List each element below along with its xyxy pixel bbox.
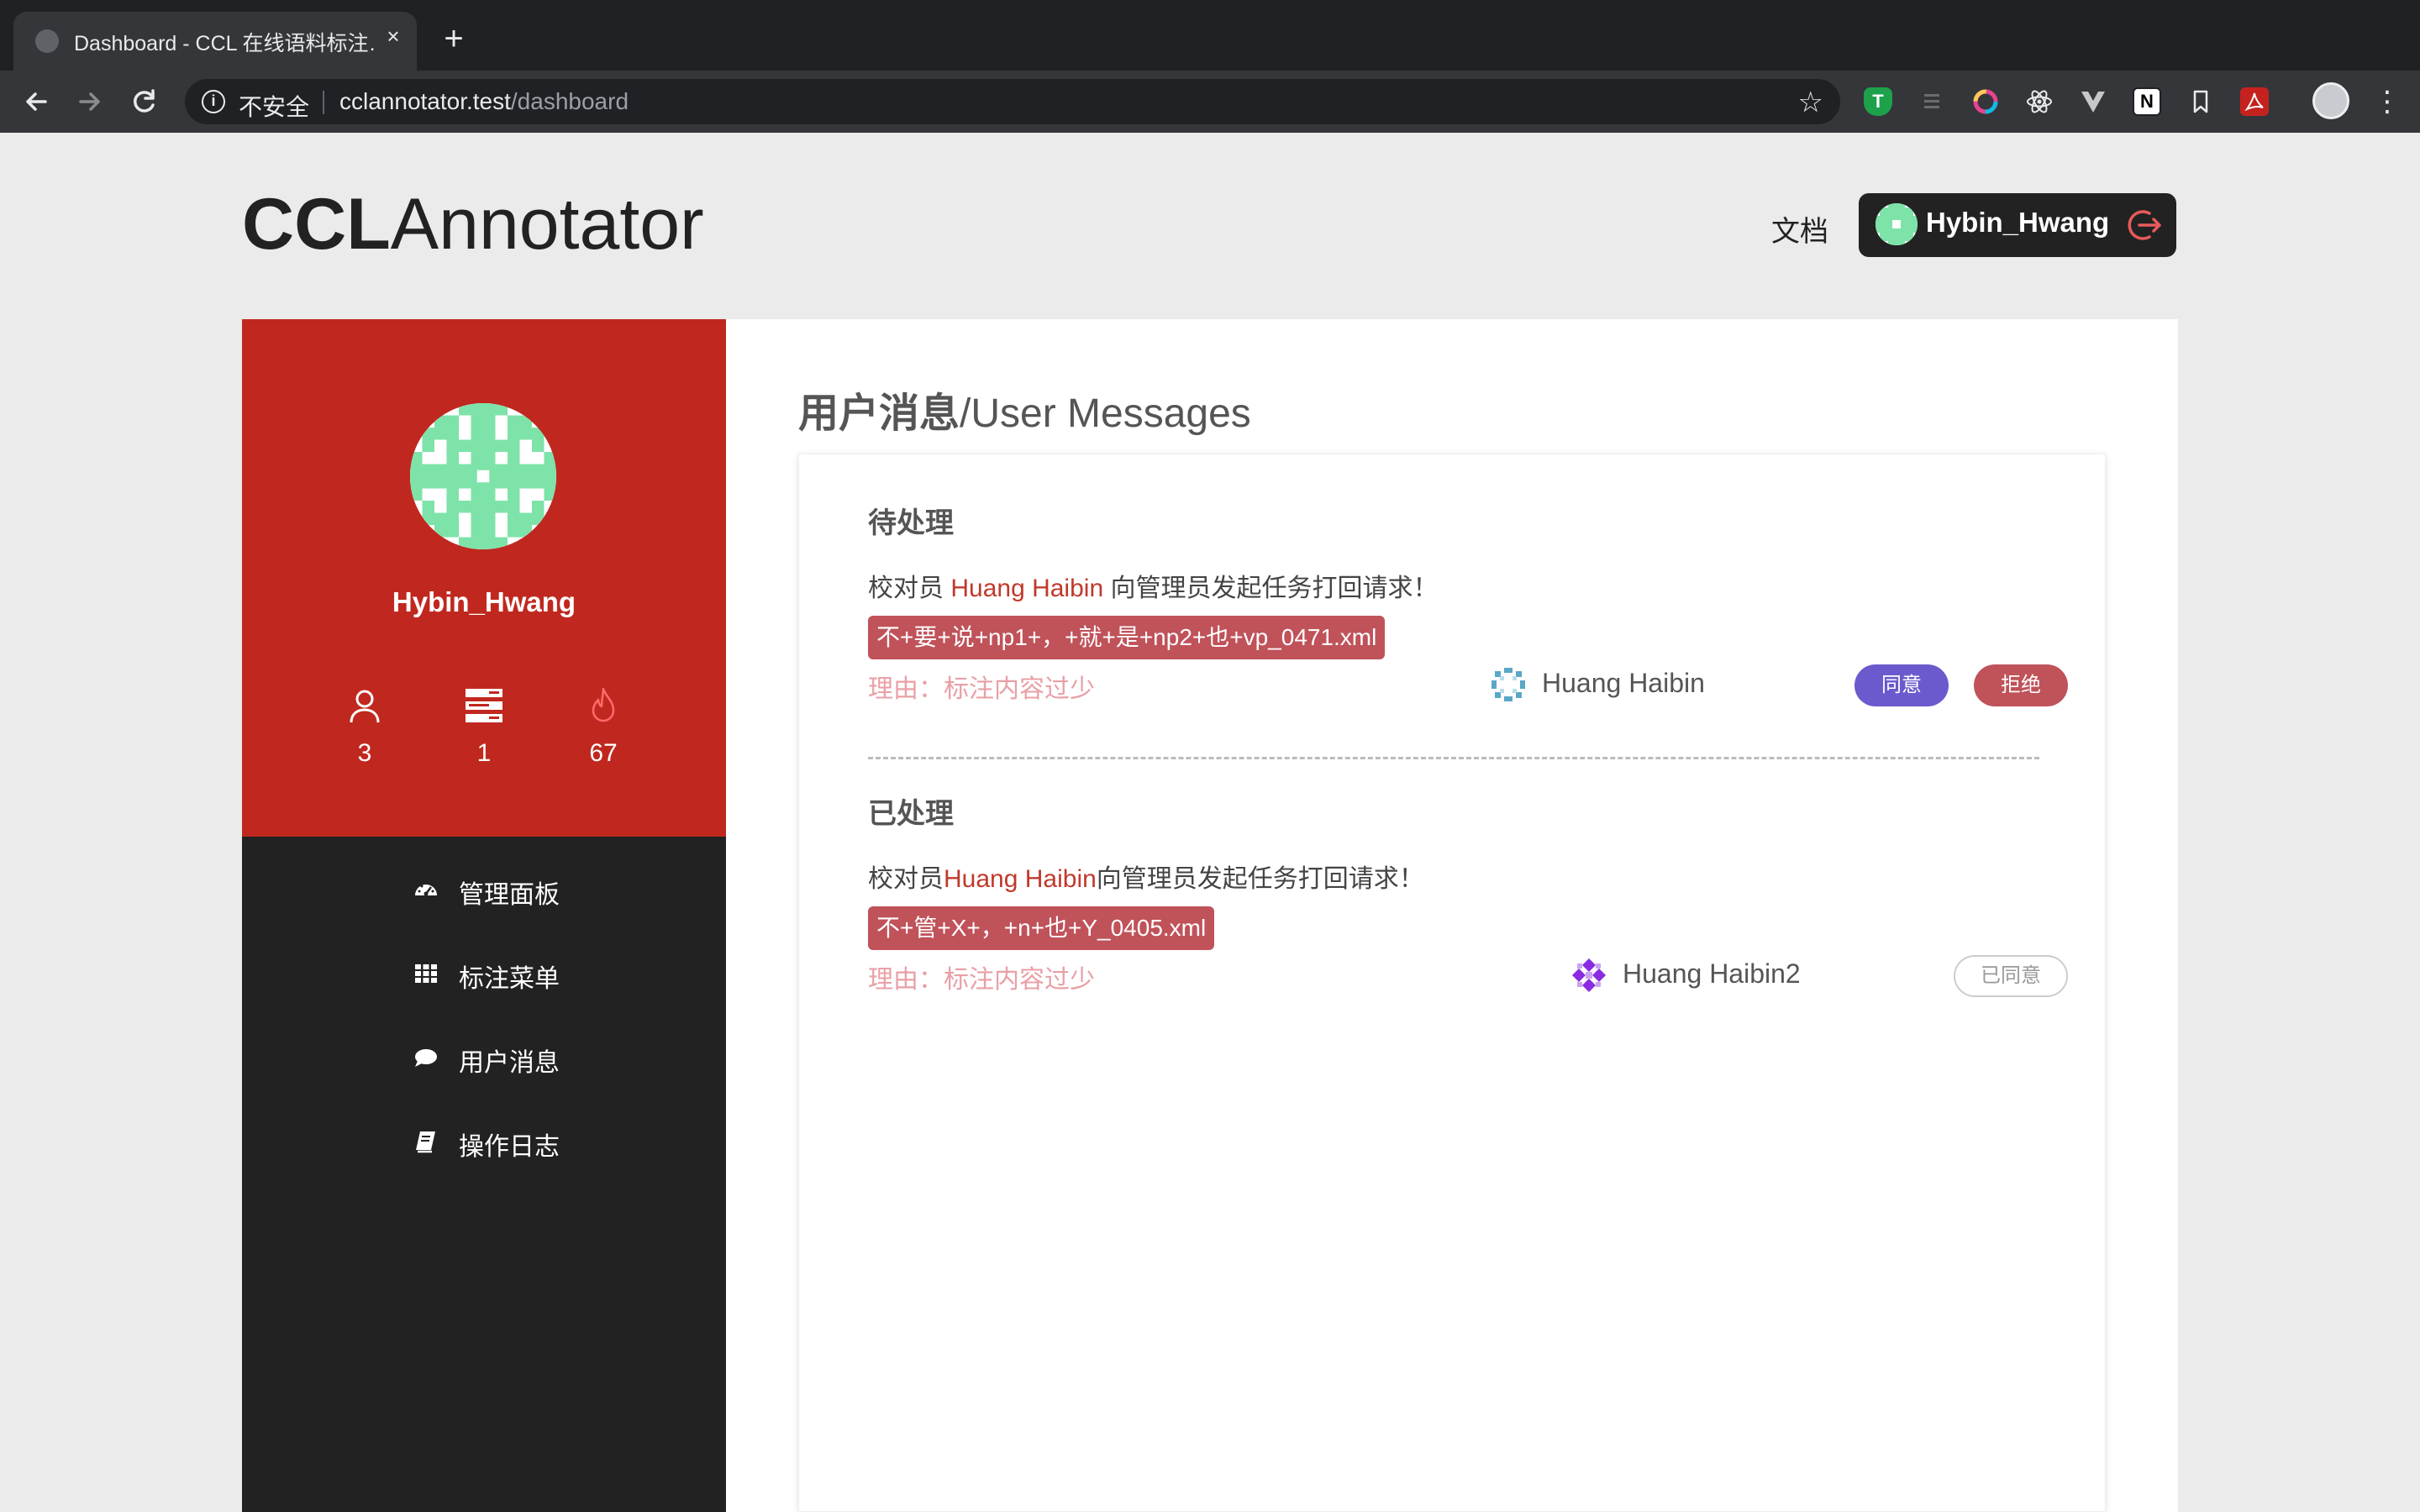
page-title-zh: 用户消息 [798,391,960,436]
sidebar-item-annotation-menu[interactable]: 标注菜单 [242,944,726,1003]
url-text[interactable]: cclannotator.test/dashboard [339,88,629,115]
dashboard-icon [415,885,437,896]
tab-title: Dashboard - CCL 在线语料标注… [74,32,376,55]
sidebar-item-user-messages[interactable]: 用户消息 [242,1028,726,1087]
bookmark-icon[interactable] [2186,87,2215,116]
stat-value: 1 [476,739,492,767]
stat-users: 3 [314,685,415,768]
close-icon[interactable]: × [380,23,407,50]
stat-activity: 67 [553,685,654,768]
sidebar-item-dashboard[interactable]: 管理面板 [242,860,726,919]
msg-user-link[interactable]: Huang Haibin [944,865,1097,893]
sender-name: Huang Haibin [1542,668,1705,698]
sidebar-profile: Hybin_Hwang 3 1 67 [242,319,726,837]
globe-icon [35,29,59,53]
menu-dots-icon[interactable]: ⋮ [2373,84,2402,119]
react-icon[interactable] [2025,87,2054,116]
pending-file-tag[interactable]: 不+要+说+np1+，+就+是+np2+也+vp_0471.xml [868,616,1386,659]
profile-identicon-avatar [410,403,556,549]
server-icon [466,689,502,722]
arrow-left-icon [26,92,47,111]
sidebar-item-label: 用户消息 [459,1049,560,1077]
notion-icon[interactable]: N [2133,87,2161,116]
stat-value: 67 [589,739,618,767]
bookmark-star-icon[interactable]: ☆ [1798,86,1823,119]
new-tab-button[interactable]: + [437,22,471,55]
vue-icon[interactable] [2079,87,2107,116]
sender-identicon-avatar [1572,958,1606,992]
list-icon[interactable] [1918,87,1946,116]
page-title-en: /User Messages [960,391,1251,436]
msg-prefix: 校对员 [868,865,944,893]
browser-tab[interactable]: Dashboard - CCL 在线语料标注… × [13,12,417,71]
sender-identicon-avatar [1491,668,1525,701]
stat-value: 3 [357,739,372,767]
notion-letter: N [2140,91,2154,112]
msg-suffix: 向管理员发起任务打回请求！ [1103,575,1439,602]
info-icon[interactable]: i [202,90,225,113]
messages-card: 待处理 校对员 Huang Haibin 向管理员发起任务打回请求！ 不+要+说… [798,454,2106,1512]
pending-sender: Huang Haibin [1490,663,1742,705]
processed-reason: 理由：标注内容过少 [868,966,1095,994]
browser-tab-bar: Dashboard - CCL 在线语料标注… × + [0,0,2420,71]
browser-toolbar: i 不安全 cclannotator.test/dashboard ☆ T N … [0,71,2420,133]
pending-reason: 理由：标注内容过少 [868,675,1095,703]
reject-button[interactable]: 拒绝 [1974,664,2068,706]
agree-button[interactable]: 同意 [1854,664,1949,706]
grid-icon [415,964,437,983]
sidebar-nav: 管理面板 标注菜单 用户消息 操作日志 [242,837,726,1512]
status-badge-agreed: 已同意 [1954,955,2068,997]
sidebar-item-label: 管理面板 [459,881,560,909]
processed-section-title: 已处理 [868,798,954,830]
arrow-right-icon [79,92,100,111]
site-logo[interactable]: CCLAnnotator [242,183,704,266]
back-button[interactable] [18,84,54,119]
logout-icon[interactable] [2124,205,2165,245]
user-menu-button[interactable]: Hybin_Hwang [1859,193,2176,257]
docs-link[interactable]: 文档 [1771,208,1828,249]
fire-icon [592,687,615,722]
msg-prefix: 校对员 [868,575,951,602]
processed-file-tag[interactable]: 不+管+X+，+n+也+Y_0405.xml [868,906,1215,950]
main-panel: 用户消息/User Messages 待处理 校对员 Huang Haibin … [726,319,2178,1512]
url-path: /dashboard [510,88,629,114]
acrobat-icon[interactable] [2240,87,2269,116]
page-title: 用户消息/User Messages [798,380,1251,438]
insecure-label: 不安全 [239,94,310,120]
address-divider [323,91,324,114]
msg-user-link[interactable]: Huang Haibin [950,575,1103,602]
header-username: Hybin_Hwang [1926,207,2110,238]
reload-button[interactable] [126,84,161,119]
profile-avatar[interactable] [2312,82,2349,119]
sidebar-item-label: 标注菜单 [459,965,560,993]
logo-bold: CCL [242,184,391,265]
processed-message-text: 校对员Huang Haibin向管理员发起任务打回请求！ [868,858,1424,895]
logo-light: Annotator [390,184,704,265]
address-bar[interactable]: i 不安全 cclannotator.test/dashboard ☆ [185,79,1840,124]
color-ring-icon[interactable] [1971,87,2000,116]
section-divider [868,757,2039,759]
book-icon [416,1131,435,1153]
sender-name: Huang Haibin2 [1623,958,1801,989]
sidebar-username: Hybin_Hwang [392,586,576,617]
processed-sender: Huang Haibin2 [1570,953,1839,995]
msg-suffix: 向管理员发起任务打回请求！ [1096,865,1424,893]
sidebar-item-operation-log[interactable]: 操作日志 [242,1112,726,1171]
sidebar-item-label: 操作日志 [459,1133,560,1161]
pending-message-text: 校对员 Huang Haibin 向管理员发起任务打回请求！ [868,567,1438,604]
stat-tasks: 1 [434,685,534,768]
user-icon [350,690,380,723]
identicon-avatar [1876,203,1918,245]
shield-t-icon[interactable]: T [1864,87,1892,116]
url-host: cclannotator.test [339,88,511,114]
reload-icon [134,89,155,113]
comment-icon [415,1049,437,1067]
forward-button[interactable] [72,84,108,119]
pending-section-title: 待处理 [868,507,954,539]
